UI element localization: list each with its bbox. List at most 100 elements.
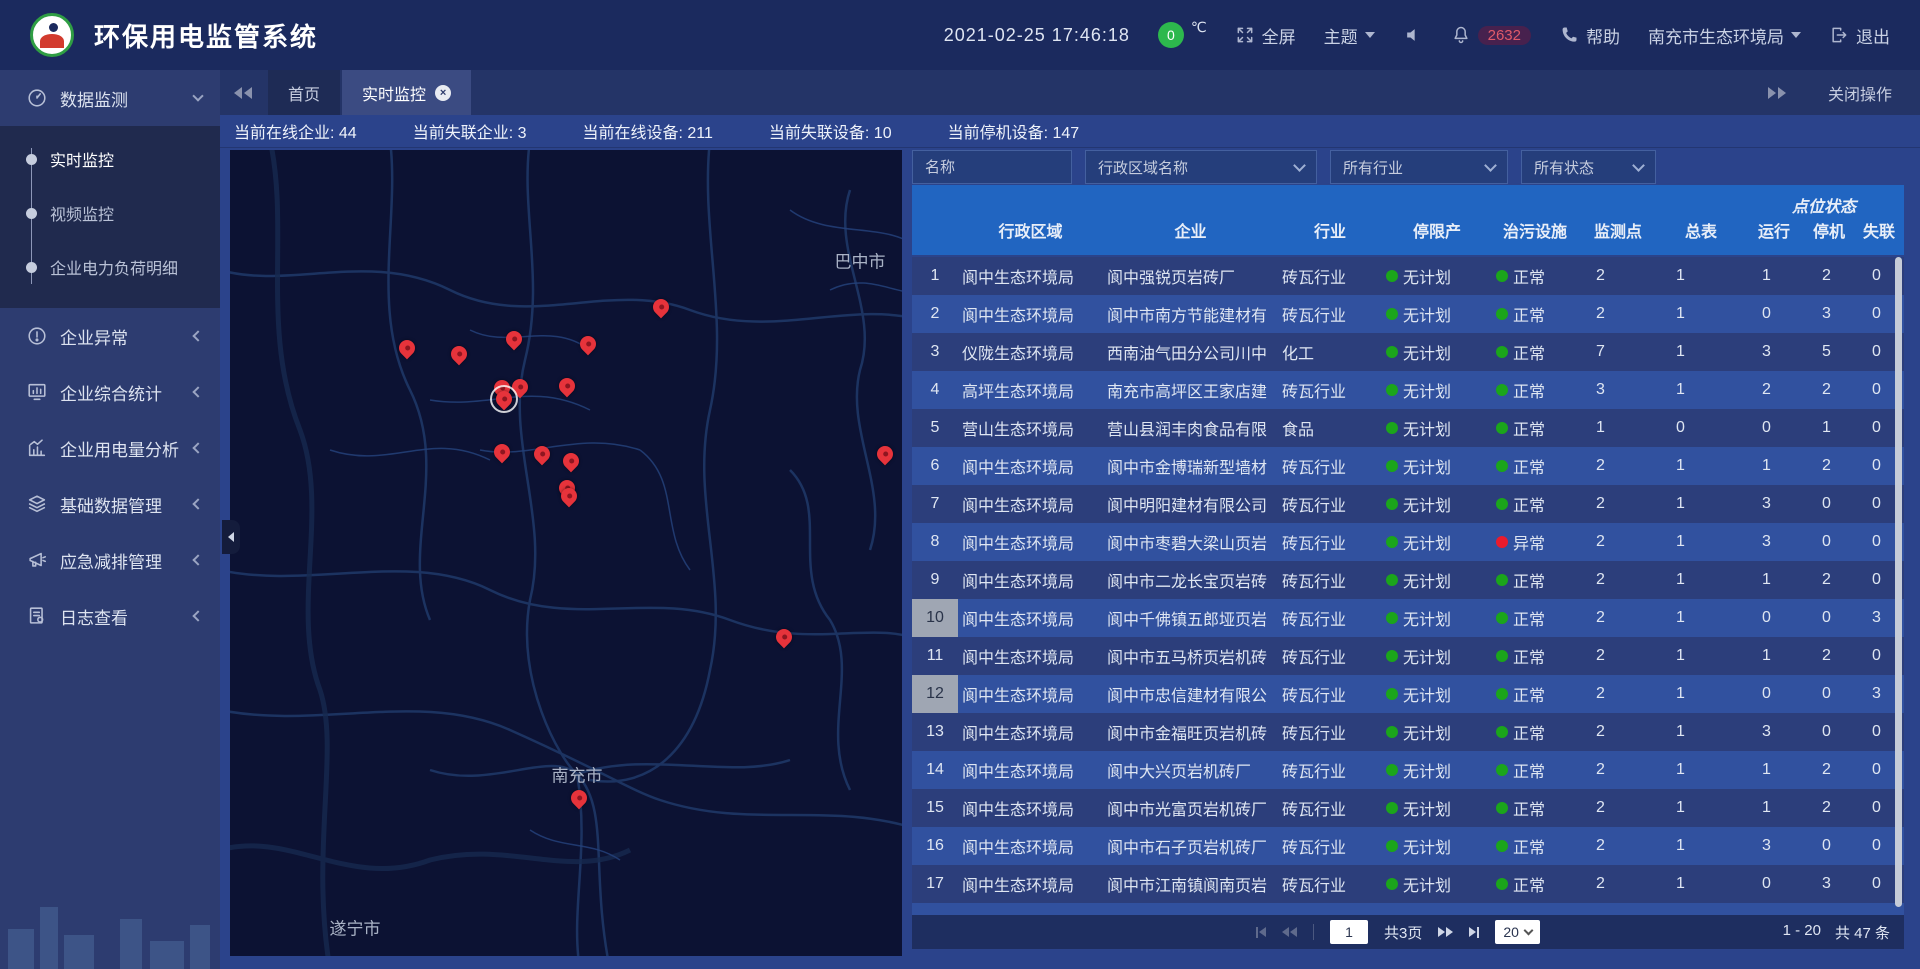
table-row[interactable]: 8阆中生态环境局阆中市枣碧大梁山页岩砖瓦行业无计划异常21300 (912, 523, 1904, 561)
sidebar-item-5[interactable]: 基础数据管理 (0, 476, 220, 532)
table-row[interactable]: 7阆中生态环境局阆中明阳建材有限公司砖瓦行业无计划正常21300 (912, 485, 1904, 523)
sound-toggle[interactable] (1403, 25, 1423, 45)
map-collapse-handle[interactable] (222, 520, 240, 554)
city-label-遂宁市: 遂宁市 (330, 915, 381, 940)
cell-n: 12 (912, 675, 958, 713)
cell-text: 0 (1872, 875, 1881, 893)
temperature-value: 0 (1158, 22, 1184, 48)
cell-text: 阆中明阳建材有限公司 (1107, 492, 1267, 516)
close-operations-button[interactable]: 关闭操作 (1828, 81, 1892, 105)
table-row[interactable]: 4高坪生态环境局南充市高坪区王家店建砖瓦行业无计划正常31220 (912, 371, 1904, 409)
theme-dropdown[interactable]: 主题 (1324, 23, 1375, 48)
col-company: 企业 (1103, 185, 1278, 255)
org-dropdown[interactable]: 南充市生态环境局 (1648, 23, 1801, 48)
cell-points: 2 (1578, 485, 1658, 523)
cell-text: 阆中市枣碧大梁山页岩 (1107, 530, 1267, 554)
fullscreen-button[interactable]: 全屏 (1235, 23, 1296, 48)
cell-industry: 砖瓦行业 (1278, 675, 1382, 713)
table-row[interactable]: 16阆中生态环境局阆中市石子页岩机砖厂砖瓦行业无计划正常21300 (912, 827, 1904, 865)
table-row[interactable]: 9阆中生态环境局阆中市二龙长宝页岩砖砖瓦行业无计划正常21120 (912, 561, 1904, 599)
cell-text: 阆中生态环境局 (962, 530, 1074, 554)
last-page-button[interactable] (1469, 927, 1479, 938)
cell-industry: 砖瓦行业 (1278, 447, 1382, 485)
name-filter[interactable] (912, 150, 1072, 184)
cell-text: 12 (926, 685, 944, 703)
sidebar: 数据监测实时监控视频监控企业电力负荷明细企业异常企业综合统计企业用电量分析基础数… (0, 70, 220, 969)
table-row[interactable]: 17阆中生态环境局阆中市江南镇阆南页岩砖瓦行业无计划正常21030 (912, 865, 1904, 903)
cell-text: 1 (1676, 571, 1685, 589)
sidebar-item-4[interactable]: 企业用电量分析 (0, 420, 220, 476)
cell-text: 正常 (1513, 682, 1545, 706)
status-dot (1496, 840, 1508, 852)
sidebar-subitem-label: 实时监控 (50, 147, 114, 171)
cell-text: 阆中市金福旺页岩机砖 (1107, 720, 1267, 744)
sidebar-subitem[interactable]: 视频监控 (0, 186, 220, 240)
cell-run: 1 (1744, 447, 1804, 485)
next-page-button[interactable] (1438, 927, 1453, 937)
cell-text: 食品 (1282, 416, 1314, 440)
industry-filter-select[interactable]: 所有行业 (1330, 150, 1508, 184)
table-row[interactable]: 18南部生态环境局南部县陶鑫土陶有限公砖瓦行业无计划正常21120 (912, 903, 1904, 915)
cell-text: 3 (1596, 381, 1605, 399)
table-scrollbar[interactable] (1895, 257, 1902, 907)
prev-page-button[interactable] (1282, 927, 1297, 937)
table-row[interactable]: 13阆中生态环境局阆中市金福旺页岩机砖砖瓦行业无计划正常21300 (912, 713, 1904, 751)
cell-text: 0 (1872, 571, 1881, 589)
table-row[interactable]: 6阆中生态环境局阆中市金博瑞新型墙材砖瓦行业无计划正常21120 (912, 447, 1904, 485)
help-button[interactable]: 帮助 (1559, 23, 1620, 48)
cell-region: 阆中生态环境局 (958, 789, 1103, 827)
table-row[interactable]: 15阆中生态环境局阆中市光富页岩机砖厂砖瓦行业无计划正常21120 (912, 789, 1904, 827)
cell-n: 6 (912, 447, 958, 485)
sidebar-item-1[interactable]: 数据监测 (0, 70, 220, 126)
status-filter-select[interactable]: 所有状态 (1521, 150, 1656, 184)
notifications[interactable]: 2632 (1451, 25, 1531, 45)
table-row[interactable]: 2阆中生态环境局阆中市南方节能建材有砖瓦行业无计划正常21030 (912, 295, 1904, 333)
first-page-button[interactable] (1256, 927, 1266, 938)
status-dot (1386, 650, 1398, 662)
table-row[interactable]: 12阆中生态环境局阆中市忠信建材有限公砖瓦行业无计划正常21003 (912, 675, 1904, 713)
sidebar-item-2[interactable]: 企业异常 (0, 308, 220, 364)
logout-button[interactable]: 退出 (1829, 23, 1890, 48)
status-dot (1496, 308, 1508, 320)
sidebar-subitem[interactable]: 实时监控 (0, 132, 220, 186)
cell-text: 无计划 (1403, 720, 1451, 744)
cell-text: 砖瓦行业 (1282, 872, 1346, 896)
map[interactable]: 巴中市南充市遂宁市 (230, 150, 902, 956)
sidebar-subitem[interactable]: 企业电力负荷明细 (0, 240, 220, 294)
cell-text: 0 (1762, 305, 1771, 323)
cell-text: 2 (1762, 381, 1771, 399)
tab-close-icon[interactable]: × (435, 85, 451, 101)
table-row[interactable]: 3仪陇生态环境局西南油气田分公司川中化工无计划正常71350 (912, 333, 1904, 371)
cell-points: 2 (1578, 257, 1658, 295)
table-row[interactable]: 1阆中生态环境局阆中强锐页岩砖厂砖瓦行业无计划正常21120 (912, 257, 1904, 295)
cell-industry: 砖瓦行业 (1278, 827, 1382, 865)
cell-stop: 0 (1804, 675, 1854, 713)
cell-text: 无计划 (1403, 492, 1451, 516)
table-row[interactable]: 14阆中生态环境局阆中大兴页岩机砖厂砖瓦行业无计划正常21120 (912, 751, 1904, 789)
cell-fac: 正常 (1492, 599, 1578, 637)
table-row[interactable]: 10阆中生态环境局阆中千佛镇五郎垭页岩砖瓦行业无计划正常21003 (912, 599, 1904, 637)
region-filter-select[interactable]: 行政区域名称 (1085, 150, 1317, 184)
tab-实时监控[interactable]: 实时监控× (342, 70, 471, 115)
table-row[interactable]: 5营山生态环境局营山县润丰肉食品有限食品无计划正常10010 (912, 409, 1904, 447)
sidebar-item-7[interactable]: 日志查看 (0, 588, 220, 644)
tabs-scroll-right-icon[interactable] (1768, 87, 1786, 99)
page-size-select[interactable]: 20 (1495, 920, 1540, 944)
tabs-scroll-left-icon[interactable] (234, 87, 252, 99)
layers-icon (26, 493, 48, 515)
sidebar-item-6[interactable]: 应急减排管理 (0, 532, 220, 588)
map-pin[interactable] (493, 388, 516, 411)
cell-text: 仪陇生态环境局 (962, 340, 1074, 364)
cell-text: 3 (1762, 837, 1771, 855)
cell-fac: 正常 (1492, 827, 1578, 865)
stat-item: 当前停机设备: 147 (948, 119, 1080, 143)
sidebar-item-3[interactable]: 企业综合统计 (0, 364, 220, 420)
name-filter-input[interactable] (925, 159, 1059, 176)
cell-text: 无计划 (1403, 454, 1451, 478)
page-number-input[interactable] (1330, 920, 1368, 944)
tab-首页[interactable]: 首页 (268, 70, 340, 115)
cell-text: 15 (926, 799, 944, 817)
table-row[interactable]: 11阆中生态环境局阆中市五马桥页岩机砖砖瓦行业无计划正常21120 (912, 637, 1904, 675)
cell-industry: 砖瓦行业 (1278, 523, 1382, 561)
status-dot (1386, 498, 1398, 510)
